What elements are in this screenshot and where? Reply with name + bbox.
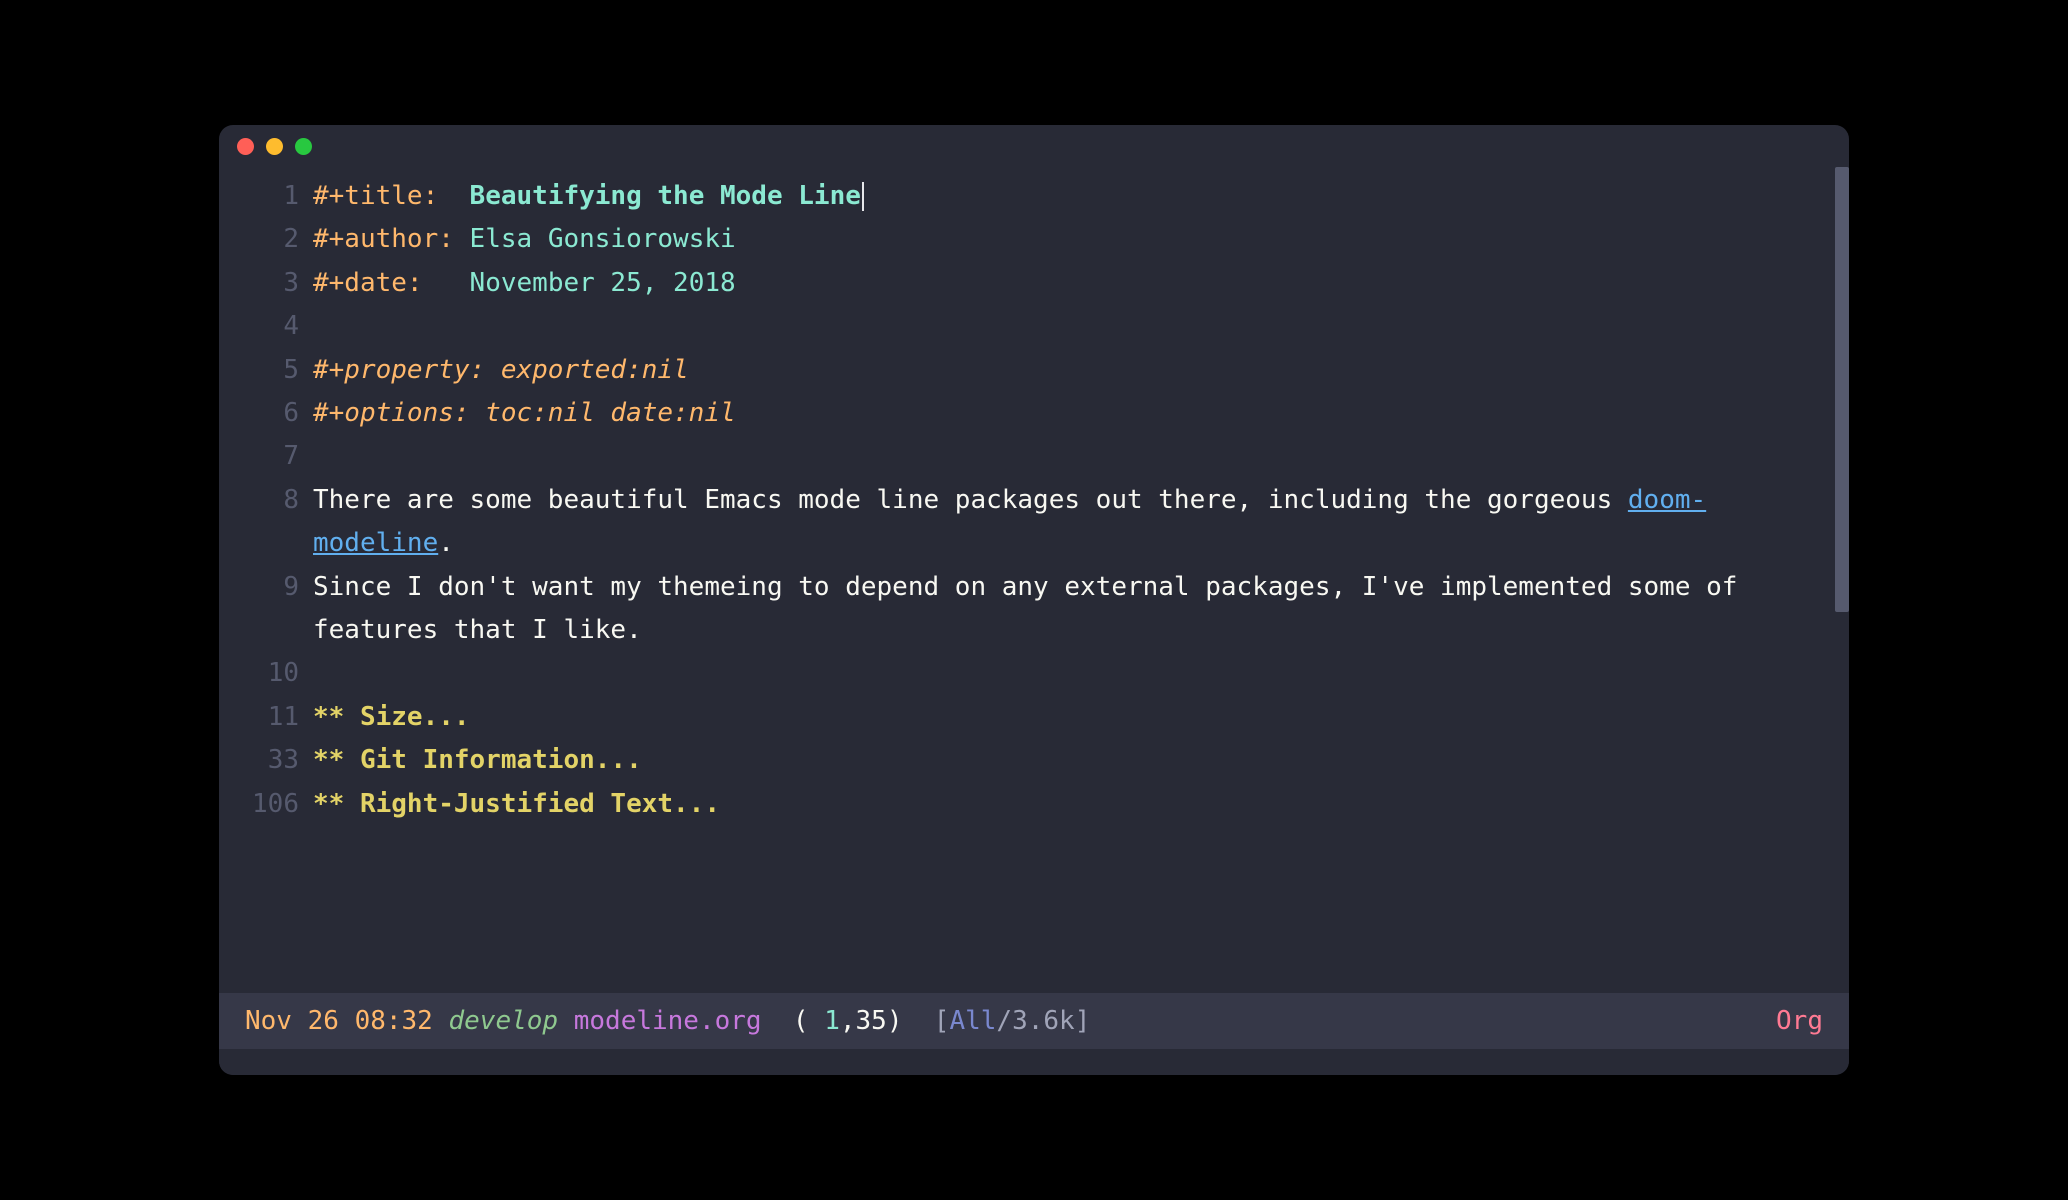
editor-line[interactable]: 9Since I don't want my themeing to depen… xyxy=(219,566,1829,653)
editor-window: 1#+title: Beautifying the Mode Line2#+au… xyxy=(219,125,1849,1075)
editor-line[interactable]: 4 xyxy=(219,305,1829,348)
line-number: 1 xyxy=(219,175,313,218)
doom-modeline-link[interactable]: doom-modeline xyxy=(313,485,1706,558)
editor-line[interactable]: 1#+title: Beautifying the Mode Line xyxy=(219,175,1829,218)
zoom-icon[interactable] xyxy=(295,138,312,155)
line-number: 9 xyxy=(219,566,313,609)
line-content[interactable]: #+title: Beautifying the Mode Line xyxy=(313,175,1829,218)
line-content[interactable]: #+property: exported:nil xyxy=(313,349,1829,392)
line-content[interactable] xyxy=(313,652,1829,695)
line-content[interactable]: ** Right-Justified Text... xyxy=(313,783,1829,826)
modeline-date: Nov 26 08:32 xyxy=(245,1006,433,1036)
line-number: 4 xyxy=(219,305,313,348)
scrollbar-thumb[interactable] xyxy=(1835,167,1849,612)
editor-line[interactable]: 6#+options: toc:nil date:nil xyxy=(219,392,1829,435)
line-content[interactable]: There are some beautiful Emacs mode line… xyxy=(313,479,1829,566)
line-number: 2 xyxy=(219,218,313,261)
mode-line: Nov 26 08:32 develop modeline.org ( 1,35… xyxy=(219,993,1849,1049)
line-content[interactable]: #+options: toc:nil date:nil xyxy=(313,392,1829,435)
modeline-position: ( 1,35) xyxy=(793,1006,903,1036)
editor-line[interactable]: 2#+author: Elsa Gonsiorowski xyxy=(219,218,1829,261)
modeline-bufinfo: [All/3.6k] xyxy=(934,1006,1091,1036)
editor-line[interactable]: 3#+date: November 25, 2018 xyxy=(219,262,1829,305)
line-content[interactable]: ** Size... xyxy=(313,696,1829,739)
editor-line[interactable]: 5#+property: exported:nil xyxy=(219,349,1829,392)
line-number: 11 xyxy=(219,696,313,739)
line-number: 33 xyxy=(219,739,313,782)
editor-line[interactable]: 7 xyxy=(219,435,1829,478)
close-icon[interactable] xyxy=(237,138,254,155)
line-content[interactable]: ** Git Information... xyxy=(313,739,1829,782)
line-number: 7 xyxy=(219,435,313,478)
editor-line[interactable]: 106** Right-Justified Text... xyxy=(219,783,1829,826)
line-number: 8 xyxy=(219,479,313,522)
line-number: 6 xyxy=(219,392,313,435)
editor-line[interactable]: 10 xyxy=(219,652,1829,695)
editor-line[interactable]: 11** Size... xyxy=(219,696,1829,739)
modeline-filename: modeline.org xyxy=(574,1006,762,1036)
minibuffer xyxy=(219,1049,1849,1075)
line-content[interactable] xyxy=(313,435,1829,478)
text-cursor xyxy=(862,182,864,211)
line-content[interactable]: Since I don't want my themeing to depend… xyxy=(313,566,1829,653)
line-content[interactable] xyxy=(313,305,1829,348)
modeline-major-mode: Org xyxy=(1776,1006,1823,1036)
line-content[interactable]: #+date: November 25, 2018 xyxy=(313,262,1829,305)
line-content[interactable]: #+author: Elsa Gonsiorowski xyxy=(313,218,1829,261)
line-number: 5 xyxy=(219,349,313,392)
line-number: 3 xyxy=(219,262,313,305)
buffer-area[interactable]: 1#+title: Beautifying the Mode Line2#+au… xyxy=(219,167,1849,993)
line-number: 10 xyxy=(219,652,313,695)
window-titlebar xyxy=(219,125,1849,167)
modeline-branch: develop xyxy=(449,1006,559,1036)
editor-line[interactable]: 8There are some beautiful Emacs mode lin… xyxy=(219,479,1829,566)
minimize-icon[interactable] xyxy=(266,138,283,155)
line-number: 106 xyxy=(219,783,313,826)
editor-line[interactable]: 33** Git Information... xyxy=(219,739,1829,782)
